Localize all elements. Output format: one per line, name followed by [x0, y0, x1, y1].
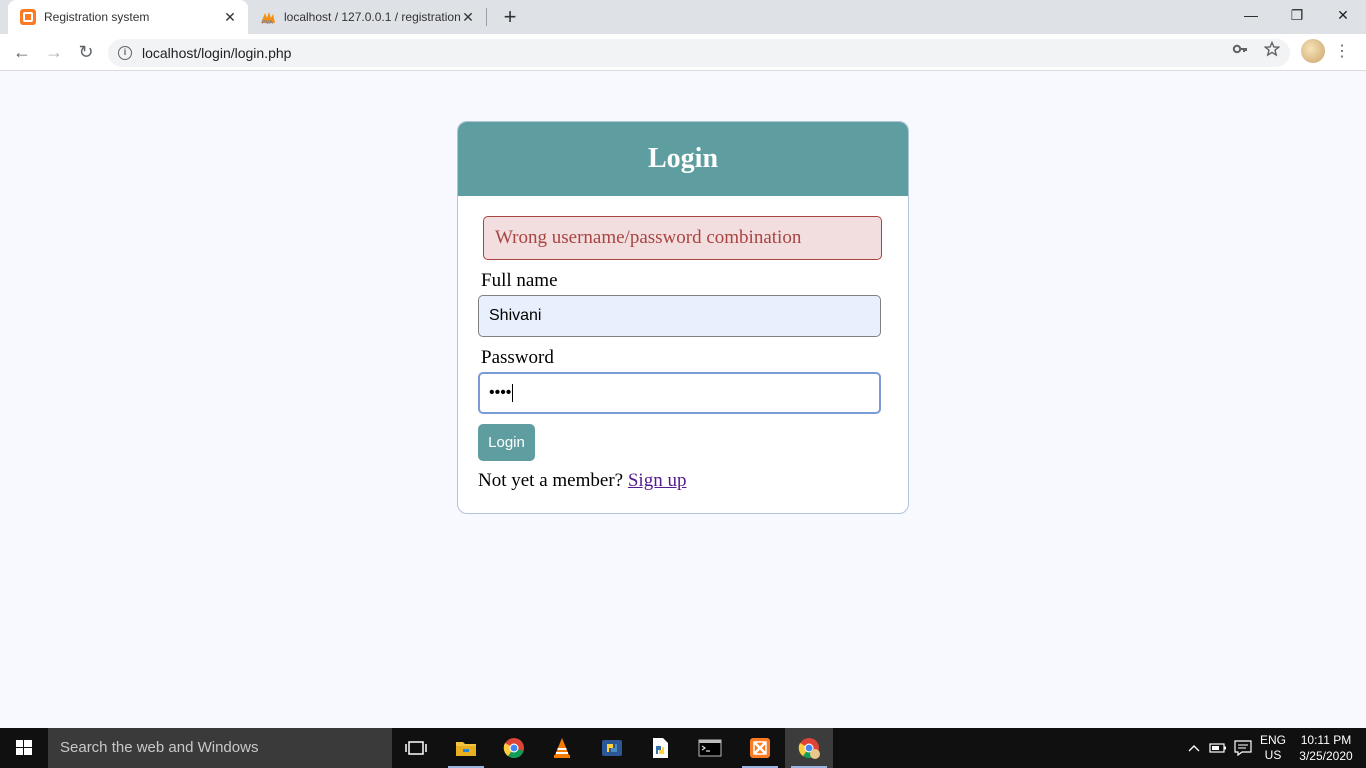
signup-link[interactable]: Sign up	[628, 470, 687, 491]
tab-registration-system[interactable]: Registration system ✕	[8, 0, 248, 34]
file-explorer-icon[interactable]	[442, 728, 490, 768]
close-tab-icon[interactable]: ✕	[460, 9, 476, 26]
command-prompt-icon[interactable]	[686, 728, 734, 768]
chrome-icon[interactable]	[490, 728, 538, 768]
python-file-icon[interactable]	[636, 728, 684, 768]
tab-separator	[486, 8, 487, 26]
key-icon[interactable]	[1232, 41, 1248, 57]
new-tab-button[interactable]: +	[498, 4, 522, 30]
signup-prompt-line: Not yet a member? Sign up	[478, 470, 686, 492]
password-input[interactable]: ••••	[478, 372, 881, 414]
password-label: Password	[481, 347, 554, 368]
clock-time: 10:11 PM	[1300, 733, 1352, 747]
more-vert-icon[interactable]: ⋮	[1334, 40, 1350, 64]
site-info-icon[interactable]: i	[118, 46, 132, 60]
taskbar: Search the web and Windows ENG US 10:11 …	[0, 728, 1366, 768]
battery-icon[interactable]	[1206, 728, 1230, 768]
phpmyadmin-icon: PMA	[260, 9, 276, 26]
text-caret	[512, 383, 514, 402]
language-indicator[interactable]: ENG US	[1256, 728, 1290, 768]
password-mask: ••••	[489, 384, 512, 401]
browser-toolbar: ← → ↻ i localhost/login/login.php ⋮	[0, 34, 1366, 71]
language-code: ENG	[1259, 733, 1286, 747]
fullname-input[interactable]: Shivani	[478, 295, 881, 337]
error-message: Wrong username/password combination	[483, 216, 882, 260]
task-view-icon[interactable]	[392, 728, 440, 768]
show-hidden-icons-icon[interactable]	[1182, 728, 1206, 768]
close-tab-icon[interactable]: ✕	[222, 9, 238, 26]
login-button[interactable]: Login	[478, 424, 535, 461]
tab-title: Registration system	[44, 10, 150, 24]
tab-title: localhost / 127.0.0.1 / registration	[284, 10, 460, 24]
forward-button[interactable]: →	[40, 38, 68, 66]
star-icon[interactable]	[1263, 40, 1281, 57]
clock-date: 3/25/2020	[1299, 749, 1353, 763]
chrome-active-icon[interactable]	[785, 728, 833, 768]
restore-button[interactable]: ❐	[1274, 0, 1320, 30]
svg-text:PMA: PMA	[262, 20, 274, 25]
signup-prompt: Not yet a member?	[478, 470, 624, 491]
region-code: US	[1264, 748, 1282, 762]
url-text[interactable]: localhost/login/login.php	[142, 45, 291, 61]
xampp-control-icon[interactable]	[736, 728, 784, 768]
close-window-button[interactable]: ✕	[1320, 0, 1366, 30]
python-icon[interactable]	[588, 728, 636, 768]
address-bar[interactable]: i localhost/login/login.php	[108, 39, 1290, 67]
profile-avatar[interactable]	[1301, 39, 1325, 63]
login-card: Login Wrong username/password combinatio…	[457, 121, 909, 514]
tab-strip: Registration system ✕ PMA localhost / 12…	[0, 0, 1366, 34]
fullname-label: Full name	[481, 270, 558, 291]
windows-start-button[interactable]	[0, 728, 48, 768]
tab-phpmyadmin[interactable]: PMA localhost / 127.0.0.1 / registration…	[250, 0, 486, 34]
back-button[interactable]: ←	[8, 38, 36, 66]
clock[interactable]: 10:11 PM 3/25/2020	[1290, 728, 1362, 768]
xampp-icon	[20, 9, 36, 25]
action-center-icon[interactable]	[1230, 728, 1256, 768]
vlc-icon[interactable]	[538, 728, 586, 768]
taskbar-search-box[interactable]: Search the web and Windows	[48, 728, 392, 768]
minimize-button[interactable]: —	[1228, 0, 1274, 30]
reload-button[interactable]: ↻	[72, 38, 100, 66]
login-header: Login	[458, 122, 908, 196]
